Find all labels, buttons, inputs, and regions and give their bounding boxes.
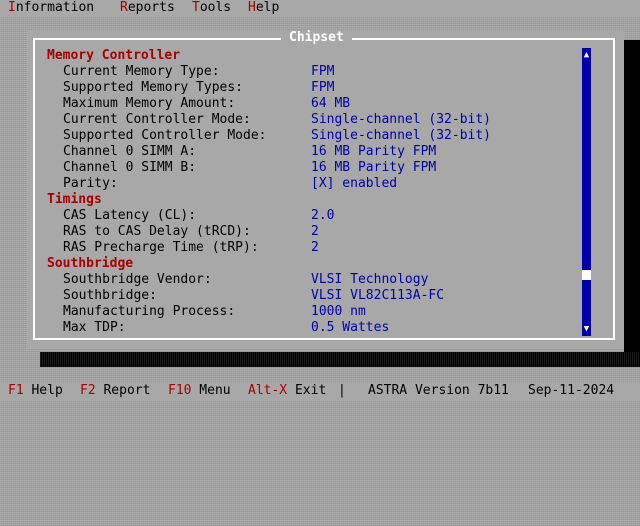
version-text: ASTRA Version 7b11 bbox=[368, 383, 509, 398]
scroll-thumb[interactable] bbox=[582, 270, 591, 280]
section-timings: Timings bbox=[47, 192, 102, 207]
date-text: Sep-11-2024 bbox=[528, 383, 615, 398]
status-separator: | bbox=[338, 383, 346, 398]
vertical-scrollbar[interactable]: ▲ ▼ bbox=[582, 48, 591, 336]
menu-tools[interactable]: Tools bbox=[192, 0, 231, 16]
menu-bar: Information Reports Tools Help bbox=[0, 0, 640, 16]
scroll-down-icon[interactable]: ▼ bbox=[582, 322, 591, 336]
shortcut-help[interactable]: F1 Help bbox=[8, 382, 63, 400]
window-shadow-right bbox=[624, 40, 640, 352]
shortcut-menu[interactable]: F10 Menu bbox=[168, 382, 231, 400]
window-shadow-bottom bbox=[40, 352, 640, 367]
menu-help[interactable]: Help bbox=[248, 0, 279, 16]
shortcut-exit[interactable]: Alt-X Exit bbox=[248, 382, 326, 400]
section-southbridge: Southbridge bbox=[47, 256, 134, 271]
menu-information[interactable]: Information bbox=[8, 0, 94, 16]
shortcut-report[interactable]: F2 Report bbox=[80, 382, 150, 400]
scroll-up-icon[interactable]: ▲ bbox=[582, 48, 591, 62]
chipset-window: Chipset Memory Controller Current Memory… bbox=[26, 30, 624, 348]
window-title: Chipset bbox=[281, 30, 352, 46]
section-memory-controller: Memory Controller bbox=[47, 48, 181, 63]
menu-reports[interactable]: Reports bbox=[120, 0, 175, 16]
status-bar: F1 Help F2 Report F10 Menu Alt-X Exit | … bbox=[0, 382, 640, 400]
